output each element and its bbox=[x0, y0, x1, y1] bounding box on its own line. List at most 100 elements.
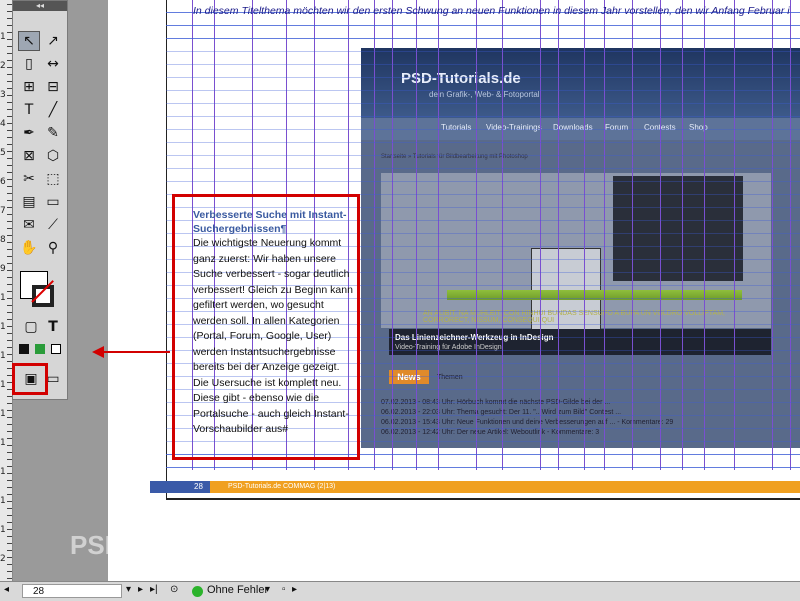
rectangle-frame-tool-icon[interactable]: ⊠ bbox=[18, 146, 40, 166]
page-tool-icon[interactable]: ▯ bbox=[18, 54, 40, 74]
ruler-tick bbox=[7, 578, 12, 579]
preview-caption: Das Linienzeichner-Werkzeug in InDesign … bbox=[389, 329, 771, 355]
line-tool-icon[interactable]: ╱ bbox=[42, 100, 64, 120]
column-guide bbox=[502, 0, 503, 470]
ruler-tick bbox=[7, 403, 12, 404]
last-page-icon[interactable]: ▸| bbox=[150, 584, 158, 595]
note-tool-icon[interactable]: ✉ bbox=[18, 215, 40, 235]
tools-panel-header[interactable]: ◂◂ bbox=[13, 1, 67, 11]
baseline-guide bbox=[166, 116, 800, 117]
baseline-guide bbox=[166, 64, 800, 65]
baseline-guide bbox=[166, 181, 800, 182]
status-bar: ◂ 28 ▾ ▸ ▸| ⊙ Ohne Fehler ▾ ▫ ▸ bbox=[0, 581, 800, 601]
baseline-guide bbox=[166, 142, 800, 143]
column-guide bbox=[584, 0, 585, 470]
type-tool-icon[interactable]: T bbox=[18, 100, 40, 120]
ruler-tick bbox=[7, 480, 12, 481]
formatting-text-icon[interactable]: T bbox=[42, 317, 64, 337]
polygon-tool-icon[interactable]: ⬡ bbox=[42, 146, 64, 166]
highlight-box-text-frame bbox=[172, 194, 360, 460]
ruler-tick bbox=[7, 452, 12, 453]
gap-tool-icon[interactable]: ↔ bbox=[42, 54, 64, 74]
page-number-field[interactable]: 28 bbox=[22, 584, 122, 598]
ruler-tick bbox=[7, 536, 12, 537]
free-transform-tool-icon[interactable]: ⬚ bbox=[42, 169, 64, 189]
ruler-tick bbox=[7, 550, 12, 551]
ruler-tick bbox=[7, 417, 12, 418]
eyedropper-tool-icon[interactable]: ⟋ bbox=[42, 215, 64, 235]
zoom-tool-icon[interactable]: ⚲ bbox=[42, 238, 64, 258]
ruler-tick bbox=[7, 438, 12, 439]
first-page-icon[interactable]: ◂ bbox=[4, 584, 9, 595]
website-nav-item: Video-Trainings bbox=[486, 123, 542, 132]
baseline-guide bbox=[166, 168, 800, 169]
preflight-icon[interactable]: ⊙ bbox=[170, 584, 178, 595]
direct-selection-tool-icon[interactable]: ↗ bbox=[42, 31, 64, 51]
gradient-swatch-tool-icon[interactable]: ▤ bbox=[18, 192, 40, 212]
reveal-icon[interactable]: ▸ bbox=[292, 584, 297, 595]
intro-text-line[interactable]: In diesem Titelthema möchten wir den ers… bbox=[193, 5, 800, 17]
pen-tool-icon[interactable]: ✒ bbox=[18, 123, 40, 143]
page-footer-strip: 28 PSD-Tutorials.de COMMAG (2|13) bbox=[150, 481, 800, 493]
website-nav-item: Tutorials bbox=[441, 123, 472, 132]
column-guide bbox=[660, 0, 661, 470]
apply-none-icon[interactable] bbox=[51, 344, 61, 354]
ruler-tick bbox=[7, 557, 12, 558]
ruler-tick bbox=[7, 431, 12, 432]
content-collector-icon[interactable]: ⊞ bbox=[18, 77, 40, 97]
ruler-tick bbox=[7, 508, 12, 509]
preflight-menu-icon[interactable]: ▾ bbox=[265, 584, 270, 595]
content-placer-icon[interactable]: ⊟ bbox=[42, 77, 64, 97]
ruler-tick bbox=[7, 529, 12, 530]
scissors-tool-icon[interactable]: ✂ bbox=[18, 169, 40, 189]
ruler-tick bbox=[7, 543, 12, 544]
footer-text: PSD-Tutorials.de COMMAG (2|13) bbox=[228, 483, 336, 490]
apply-color-row[interactable] bbox=[19, 344, 65, 356]
column-guide bbox=[438, 0, 439, 470]
ruler-label: 1 bbox=[0, 322, 6, 332]
pencil-tool-icon[interactable]: ✎ bbox=[42, 123, 64, 143]
ruler-tick bbox=[7, 501, 12, 502]
hand-tool-icon[interactable]: ✋ bbox=[18, 238, 40, 258]
ruler-label: 1 bbox=[0, 467, 6, 477]
next-page-icon[interactable]: ▸ bbox=[138, 584, 143, 595]
ruler-tick bbox=[7, 515, 12, 516]
gradient-feather-tool-icon[interactable]: ▭ bbox=[42, 192, 64, 212]
formatting-container-icon[interactable]: ▢ bbox=[20, 317, 42, 337]
column-guide bbox=[632, 0, 633, 470]
ruler-tick bbox=[7, 445, 12, 446]
ruler-tick bbox=[7, 473, 12, 474]
open-document-icon[interactable]: ▫ bbox=[282, 584, 286, 595]
ruler-label: 1 bbox=[0, 32, 6, 42]
news-label: News bbox=[389, 370, 429, 384]
preflight-status-text[interactable]: Ohne Fehler bbox=[207, 584, 268, 596]
column-guide bbox=[772, 0, 773, 470]
baseline-guide bbox=[166, 90, 800, 91]
column-guide bbox=[790, 0, 791, 470]
ruler-tick bbox=[7, 494, 12, 495]
ruler-label: 9 bbox=[0, 264, 6, 274]
ruler-tick bbox=[7, 522, 12, 523]
ruler-tick bbox=[7, 466, 12, 467]
footer-page-number: 28 bbox=[194, 482, 203, 491]
page-dropdown-icon[interactable]: ▾ bbox=[126, 584, 131, 595]
ruler-label: 1 bbox=[0, 351, 6, 361]
ruler-tick bbox=[7, 571, 12, 572]
apply-color-icon[interactable] bbox=[19, 344, 29, 354]
baseline-guide bbox=[166, 38, 800, 39]
ruler-label: 2 bbox=[0, 61, 6, 71]
baseline-guide bbox=[166, 51, 800, 52]
column-guide bbox=[416, 0, 417, 470]
column-guide bbox=[704, 0, 705, 470]
baseline-guide bbox=[166, 77, 800, 78]
apply-gradient-icon[interactable] bbox=[35, 344, 45, 354]
fill-stroke-swatch[interactable] bbox=[20, 271, 60, 311]
selection-tool-icon[interactable]: ↖ bbox=[18, 31, 40, 51]
ruler-tick bbox=[7, 410, 12, 411]
column-guide bbox=[476, 0, 477, 470]
ruler-label: 2 bbox=[0, 554, 6, 564]
website-nav-item: Forum bbox=[605, 123, 629, 132]
tools-panel[interactable]: ◂◂ ↖ ↗ ▯ ↔ ⊞ ⊟ T ╱ ✒ ✎ ⊠ ⬡ ✂ ⬚ ▤ ▭ ✉ ⟋ ✋ ⚲ ▢ T ▣ ▭ bbox=[12, 0, 68, 400]
ruler-tick bbox=[7, 487, 12, 488]
baseline-guide bbox=[166, 129, 800, 130]
